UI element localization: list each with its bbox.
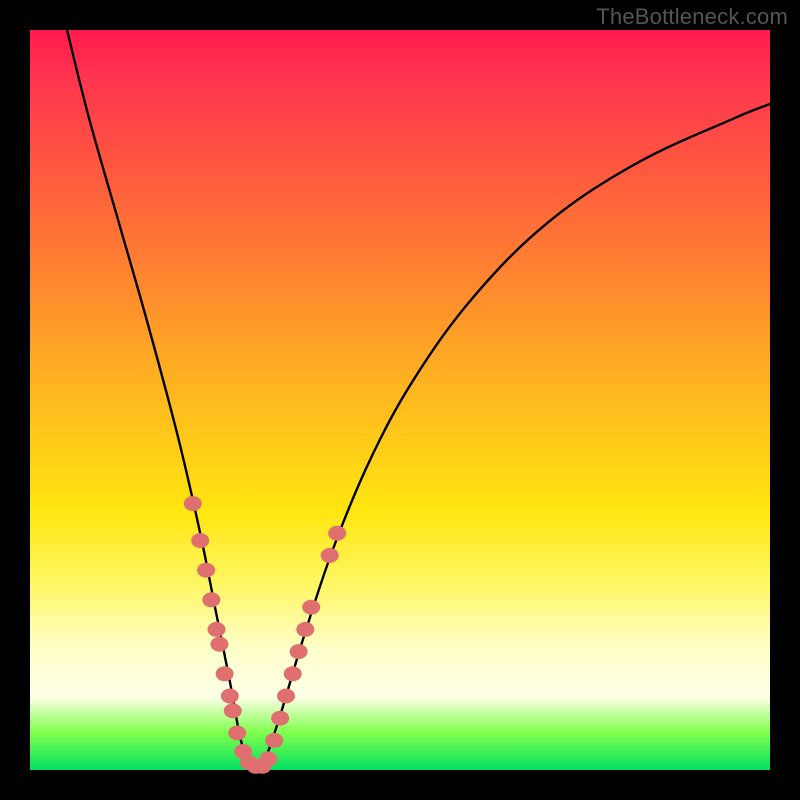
marker-dot	[228, 726, 246, 741]
marker-dot	[191, 533, 209, 548]
marker-dot	[207, 622, 225, 637]
marker-dot	[328, 526, 346, 541]
bottleneck-curve	[67, 30, 770, 773]
marker-dot	[210, 637, 228, 652]
marker-dot	[221, 689, 239, 704]
marker-dot	[284, 666, 302, 681]
marker-dot	[216, 666, 234, 681]
marker-dot	[265, 733, 283, 748]
watermark-text: TheBottleneck.com	[596, 4, 788, 30]
marker-dot	[202, 592, 220, 607]
marker-dot	[184, 496, 202, 511]
marker-dot	[302, 600, 320, 615]
marker-dot	[321, 548, 339, 563]
plot-area	[30, 30, 770, 770]
marker-dot	[259, 751, 277, 766]
marker-dot	[271, 711, 289, 726]
chart-frame: TheBottleneck.com	[0, 0, 800, 800]
curve-layer	[30, 30, 770, 770]
marker-dot	[277, 689, 295, 704]
marker-dot	[224, 703, 242, 718]
marker-dot	[290, 644, 308, 659]
marker-dot	[296, 622, 314, 637]
marker-dot	[197, 563, 215, 578]
marker-group	[184, 496, 346, 774]
